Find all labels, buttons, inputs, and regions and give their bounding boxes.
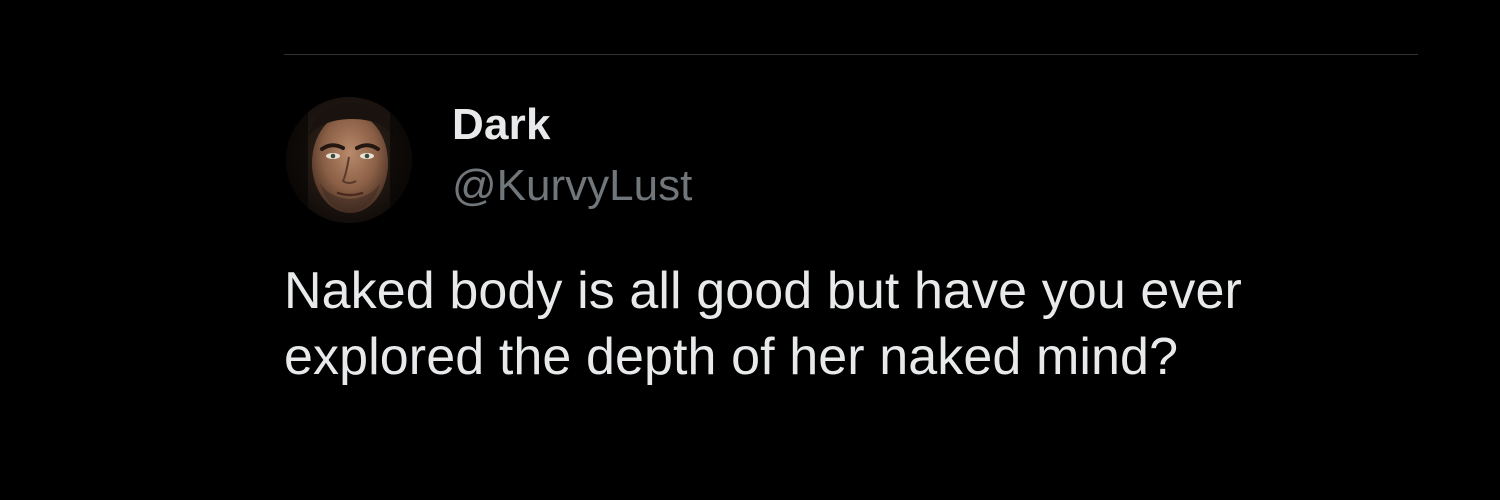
tweet-text-line: Naked body is all good but have you ever xyxy=(284,262,1242,320)
author-handle[interactable]: @KurvyLust xyxy=(452,161,692,211)
tweet-text-line: explored the depth of her naked mind? xyxy=(284,328,1179,386)
top-divider xyxy=(284,54,1418,55)
author-display-name[interactable]: Dark xyxy=(452,100,551,150)
profile-photo-icon xyxy=(286,97,412,223)
tweet-text: Naked body is all good but have you ever… xyxy=(284,258,1434,390)
avatar[interactable] xyxy=(286,97,412,223)
